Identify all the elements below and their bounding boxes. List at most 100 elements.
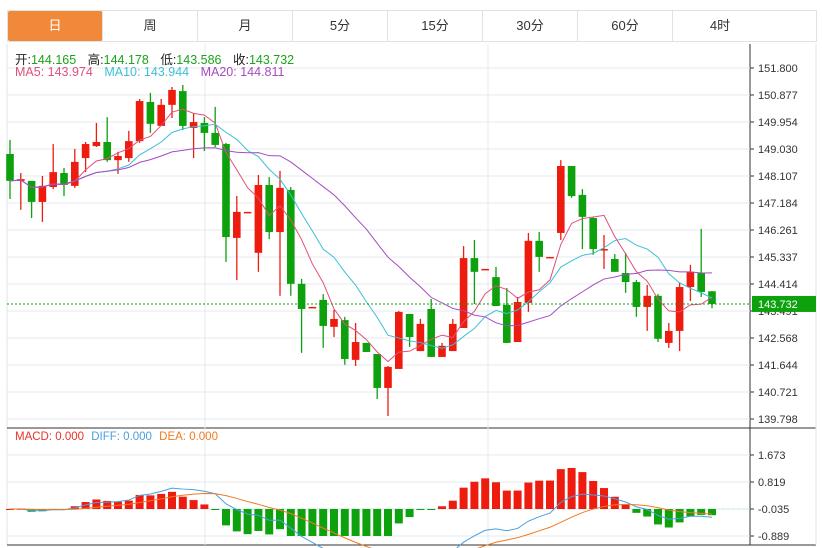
- candle: [589, 216, 597, 255]
- candle-body: [686, 271, 695, 288]
- candle-body: [665, 330, 673, 343]
- price-tick-label: 149.954: [758, 117, 798, 129]
- price-tick-label: 147.184: [758, 198, 798, 210]
- tab-60min[interactable]: 60分: [578, 11, 673, 41]
- macd-bar: [405, 509, 414, 518]
- macd-value: MACD: 0.000: [15, 431, 85, 443]
- candle-body: [297, 283, 306, 309]
- ma-legend: MA5: 143.974 MA10: 143.944 MA20: 144.811: [15, 65, 292, 79]
- macd-bar: [448, 500, 457, 509]
- candle-body: [146, 101, 155, 124]
- candle: [60, 168, 68, 197]
- candle-body: [168, 89, 176, 105]
- price-tick-label: 145.337: [758, 252, 798, 264]
- tab-30min[interactable]: 30分: [483, 11, 578, 41]
- macd-bar: [621, 504, 630, 509]
- price-tick-label: 141.644: [758, 360, 798, 372]
- macd-bar: [211, 509, 220, 510]
- candle-body: [578, 194, 587, 217]
- tab-month[interactable]: 月: [198, 11, 293, 41]
- price-tick-label: 142.568: [758, 333, 798, 345]
- macd-bar: [319, 509, 328, 536]
- ma5-line: [9, 108, 713, 363]
- macd-bar: [632, 509, 641, 513]
- candle-body: [287, 189, 295, 284]
- candle-body: [233, 211, 241, 238]
- macd-bar: [384, 509, 392, 536]
- candle: [297, 278, 306, 353]
- macd-bar: [546, 480, 554, 509]
- candle: [17, 172, 25, 210]
- macd-bar: [276, 509, 284, 530]
- macd-bar: [394, 509, 403, 524]
- macd-bar: [567, 467, 576, 509]
- candle-body: [470, 258, 479, 272]
- candle-body: [222, 144, 230, 238]
- candle: [535, 232, 543, 272]
- macd-bar: [502, 490, 511, 509]
- macd-bar: [178, 496, 187, 509]
- tab-5min[interactable]: 5分: [293, 11, 388, 41]
- candle: [265, 177, 273, 240]
- candle-body: [405, 313, 414, 338]
- tab-15min[interactable]: 15分: [388, 11, 483, 41]
- candle-body: [265, 184, 273, 233]
- macd-bar: [459, 487, 468, 509]
- candle: [92, 122, 101, 147]
- candle: [405, 313, 414, 347]
- candle: [449, 318, 457, 352]
- candle: [654, 294, 662, 343]
- candle: [708, 290, 716, 309]
- ma20-line: [9, 147, 713, 327]
- tab-week[interactable]: 周: [103, 11, 198, 41]
- macd-bar: [362, 509, 371, 536]
- candle-body: [427, 308, 435, 357]
- period-tabs: 日 周 月 5分 15分 30分 60分 4时: [7, 10, 817, 42]
- macd-bar: [265, 509, 274, 535]
- macd-bar: [297, 509, 306, 536]
- candle: [557, 160, 565, 240]
- candle: [567, 165, 576, 198]
- candle: [675, 282, 684, 352]
- candle-body: [81, 144, 90, 159]
- candle-body: [373, 354, 381, 388]
- candle: [697, 228, 705, 297]
- candle: [362, 342, 371, 352]
- candle-body: [6, 153, 14, 181]
- candle: [233, 196, 241, 281]
- macd-tick-label: -0.889: [758, 531, 789, 543]
- candle-body: [308, 306, 317, 309]
- candle: [665, 323, 673, 348]
- price-tick-label: 144.414: [758, 279, 798, 291]
- candle: [427, 299, 435, 357]
- macd-bar: [373, 509, 382, 536]
- candle: [470, 239, 479, 305]
- candle-body: [384, 366, 392, 388]
- candle-body: [330, 318, 338, 327]
- macd-bar: [513, 490, 522, 509]
- candle: [276, 170, 284, 296]
- candle-body: [546, 256, 554, 259]
- macd-bar: [308, 509, 317, 536]
- candle: [643, 284, 651, 331]
- candle-body: [395, 311, 403, 369]
- candle: [103, 117, 111, 162]
- tab-day[interactable]: 日: [8, 11, 103, 41]
- candle: [459, 246, 468, 328]
- candle-body: [243, 211, 252, 214]
- macd-bar: [189, 500, 198, 509]
- diff-value: DIFF: 0.000: [91, 431, 152, 443]
- ma10-value: MA10: 143.944: [104, 65, 190, 79]
- candle: [49, 144, 57, 190]
- macd-bar: [340, 509, 349, 536]
- candle: [27, 180, 36, 219]
- kline-chart[interactable]: 151.800 150.877 149.954 149.030 148.107 147.1…: [0, 0, 822, 548]
- price-tick-label: 151.800: [758, 63, 798, 75]
- candle: [481, 268, 489, 271]
- macd-bar: [200, 504, 209, 509]
- macd-bar: [524, 482, 533, 509]
- candle-body: [362, 342, 371, 352]
- tab-4hour[interactable]: 4时: [673, 11, 767, 41]
- candle-body: [179, 91, 187, 126]
- diff-line: [9, 487, 713, 548]
